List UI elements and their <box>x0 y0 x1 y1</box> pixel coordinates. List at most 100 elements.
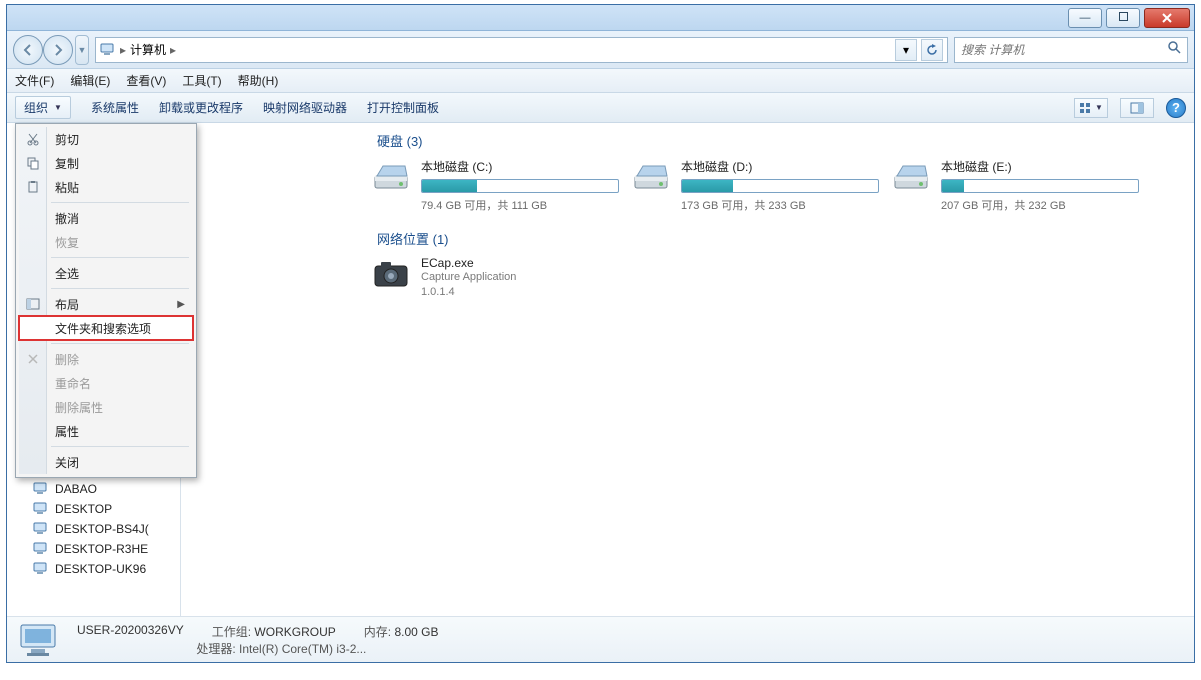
address-bar[interactable]: ▸ 计算机 ▸ ▾ <box>95 37 948 63</box>
menu-help[interactable]: 帮助(H) <box>238 72 279 89</box>
help-icon: ? <box>1172 100 1180 115</box>
window-titlebar: — <box>7 5 1194 31</box>
paste-icon <box>25 179 41 195</box>
history-dropdown-button[interactable]: ▼ <box>75 35 89 65</box>
command-bar: 组织 系统属性 卸载或更改程序 映射网络驱动器 打开控制面板 ▼ ? <box>7 93 1194 123</box>
search-box[interactable] <box>954 37 1188 63</box>
details-workgroup-key: 工作组: <box>212 625 251 639</box>
organize-menu-rename: 重命名 <box>19 371 193 395</box>
organize-label: 组织 <box>24 99 48 116</box>
chevron-down-icon: ▾ <box>903 43 909 57</box>
preview-pane-button[interactable] <box>1120 98 1154 118</box>
group-header-hdd[interactable]: 硬盘 (3) <box>181 123 1194 156</box>
network-item-line3: 1.0.1.4 <box>421 285 516 300</box>
sidebar-item-network-computer[interactable]: DABAO <box>7 479 180 499</box>
menu-item-label: 恢复 <box>55 234 79 251</box>
cmd-uninstall[interactable]: 卸载或更改程序 <box>159 99 243 116</box>
breadcrumb-item-computer[interactable]: 计算机 <box>130 41 166 58</box>
window-close-button[interactable] <box>1144 8 1190 28</box>
drive-free-text: 79.4 GB 可用，共 111 GB <box>421 197 619 213</box>
arrow-left-icon <box>21 43 35 57</box>
drive-item[interactable]: 本地磁盘 (D:) 173 GB 可用，共 233 GB <box>631 158 879 213</box>
menu-item-label: 属性 <box>55 423 79 440</box>
address-dropdown-button[interactable]: ▾ <box>895 39 917 61</box>
breadcrumb-sep: ▸ <box>120 43 126 57</box>
maximize-icon <box>1119 12 1128 21</box>
menu-tools[interactable]: 工具(T) <box>182 72 221 89</box>
computer-icon <box>33 502 49 516</box>
group-header-network[interactable]: 网络位置 (1) <box>181 221 1194 254</box>
view-icon <box>1079 102 1093 114</box>
sidebar-item-label: DESKTOP-UK96 <box>55 562 146 576</box>
organize-menu-undo[interactable]: 撤消 <box>19 206 193 230</box>
organize-button[interactable]: 组织 <box>15 96 71 119</box>
minimize-icon: — <box>1080 12 1091 24</box>
drive-label: 本地磁盘 (E:) <box>941 158 1139 175</box>
organize-menu-layout[interactable]: 布局 ▶ <box>19 292 193 316</box>
sidebar-item-network-computer[interactable]: DESKTOP <box>7 499 180 519</box>
menu-file[interactable]: 文件(F) <box>15 72 54 89</box>
organize-menu-select-all[interactable]: 全选 <box>19 261 193 285</box>
view-options-button[interactable]: ▼ <box>1074 98 1108 118</box>
menu-item-label: 布局 <box>55 296 79 313</box>
hard-drive-icon <box>371 158 411 194</box>
group-header-label: 硬盘 (3) <box>377 134 423 149</box>
search-input[interactable] <box>961 43 1141 57</box>
forward-button[interactable] <box>43 35 73 65</box>
search-icon <box>1167 40 1181 59</box>
organize-menu-close[interactable]: 关闭 <box>19 450 193 474</box>
sidebar-item-network-computer[interactable]: DESKTOP-R3HE <box>7 539 180 559</box>
group-header-label: 网络位置 (1) <box>377 232 449 247</box>
scissors-icon <box>25 131 41 147</box>
hard-drive-icon <box>631 158 671 194</box>
sidebar-item-label: DESKTOP-BS4J( <box>55 522 149 536</box>
cmd-control-panel[interactable]: 打开控制面板 <box>367 99 439 116</box>
hard-drive-icon <box>891 158 931 194</box>
organize-menu-paste[interactable]: 粘贴 <box>19 175 193 199</box>
sidebar-item-network-computer[interactable]: DESKTOP-UK96 <box>7 559 180 579</box>
explorer-window: — ▼ ▸ 计算机 ▸ ▾ <box>6 4 1195 663</box>
organize-menu-properties[interactable]: 属性 <box>19 419 193 443</box>
window-minimize-button[interactable]: — <box>1068 8 1102 28</box>
computer-icon <box>33 482 49 496</box>
organize-menu-delete: 删除 <box>19 347 193 371</box>
cmd-map-drive[interactable]: 映射网络驱动器 <box>263 99 347 116</box>
help-button[interactable]: ? <box>1166 98 1186 118</box>
drive-free-text: 207 GB 可用，共 232 GB <box>941 197 1139 213</box>
navigation-row: ▼ ▸ 计算机 ▸ ▾ <box>7 31 1194 69</box>
menu-item-label: 重命名 <box>55 375 91 392</box>
details-lines: USER-20200326VY 工作组: WORKGROUP 内存: 8.00 … <box>77 623 438 657</box>
menu-item-label: 删除 <box>55 351 79 368</box>
menu-item-label: 文件夹和搜索选项 <box>55 320 151 337</box>
window-maximize-button[interactable] <box>1106 8 1140 28</box>
sidebar-item-network-computer[interactable]: DESKTOP-BS4J( <box>7 519 180 539</box>
submenu-arrow-icon: ▶ <box>177 299 185 310</box>
chevron-down-icon: ▼ <box>1095 103 1103 112</box>
menu-bar: 文件(F) 编辑(E) 查看(V) 工具(T) 帮助(H) <box>7 69 1194 93</box>
layout-icon <box>25 296 41 312</box>
organize-menu: 剪切 复制 粘贴 撤消 恢复 全选 布局 ▶ 文件夹和搜索选项 <box>15 123 197 478</box>
back-button[interactable] <box>13 35 43 65</box>
details-cpu-key: 处理器: <box>196 642 235 656</box>
organize-menu-copy[interactable]: 复制 <box>19 151 193 175</box>
menu-view[interactable]: 查看(V) <box>126 72 166 89</box>
menu-item-label: 删除属性 <box>55 399 103 416</box>
drive-item[interactable]: 本地磁盘 (E:) 207 GB 可用，共 232 GB <box>891 158 1139 213</box>
network-item-body: ECap.exe Capture Application 1.0.1.4 <box>421 256 516 301</box>
network-item[interactable]: ECap.exe Capture Application 1.0.1.4 <box>181 254 1194 301</box>
organize-menu-cut[interactable]: 剪切 <box>19 127 193 151</box>
organize-menu-folder-options[interactable]: 文件夹和搜索选项 <box>19 316 193 340</box>
refresh-button[interactable] <box>921 39 943 61</box>
nav-buttons: ▼ <box>13 35 89 65</box>
details-computer-name: USER-20200326VY <box>77 623 184 640</box>
cmd-system-properties[interactable]: 系统属性 <box>91 99 139 116</box>
drive-item[interactable]: 本地磁盘 (C:) 79.4 GB 可用，共 111 GB <box>371 158 619 213</box>
main-pane[interactable]: 硬盘 (3) 本地磁盘 (C:) 79.4 GB 可用，共 111 GB <box>181 123 1194 616</box>
details-memory-key: 内存: <box>364 625 391 639</box>
drive-usage-bar <box>941 179 1139 193</box>
copy-icon <box>25 155 41 171</box>
sidebar-item-label: DABAO <box>55 482 97 496</box>
details-cpu-value: Intel(R) Core(TM) i3-2... <box>239 642 366 656</box>
menu-item-label: 复制 <box>55 155 79 172</box>
menu-edit[interactable]: 编辑(E) <box>70 72 110 89</box>
